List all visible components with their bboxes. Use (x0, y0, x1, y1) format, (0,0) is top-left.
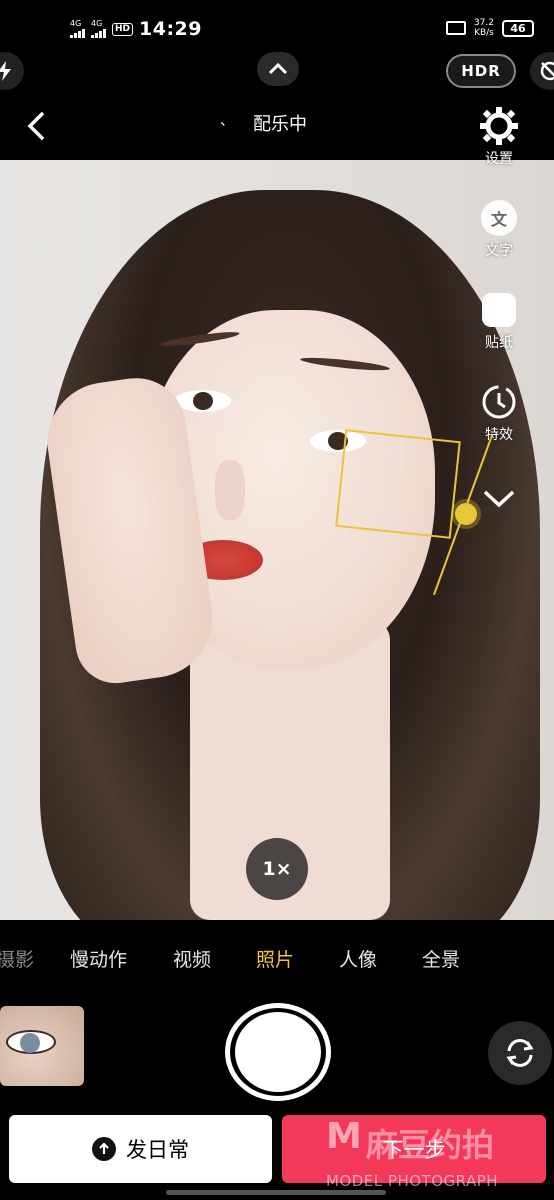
chevron-up-icon (268, 63, 288, 75)
text-icon: 文 (479, 198, 519, 238)
thumbnail-image (6, 1030, 56, 1054)
subject-eye-left (175, 390, 231, 412)
speed-unit: KB/s (474, 28, 494, 38)
status-time: 14:29 (139, 18, 202, 40)
page-title: 、 配乐中 (200, 110, 360, 136)
signal-1-label: 4G (70, 19, 82, 28)
next-step-button[interactable]: 下一步 (282, 1115, 546, 1183)
upload-arrow-icon (92, 1137, 116, 1161)
next-step-label: 下一步 (382, 1138, 446, 1162)
tool-text-label: 文字 (485, 243, 513, 259)
mode-selector: 摄影 慢动作 视频 照片 人像 全景 (0, 945, 554, 979)
tool-sticker-label: 贴纸 (485, 335, 513, 351)
hdr-button[interactable]: HDR (446, 54, 516, 88)
chevron-down-icon (479, 478, 519, 518)
flash-icon (0, 61, 11, 81)
mode-photography[interactable]: 摄影 (0, 945, 34, 972)
dial-icon (540, 61, 554, 81)
expand-up-button[interactable] (257, 52, 299, 86)
gallery-thumbnail[interactable] (0, 1006, 84, 1086)
focus-frame (335, 429, 461, 539)
mode-photo[interactable]: 照片 (256, 945, 294, 972)
speed-value: 37.2 (473, 18, 494, 28)
tool-settings[interactable]: 设置 (474, 106, 524, 168)
network-speed: 37.2 KB/s (474, 18, 494, 38)
tool-more[interactable] (474, 478, 524, 520)
camera-screen: 4G 4G HD 14:29 37.2 KB/s 46 HDR 、 配乐中 设置… (0, 0, 554, 1200)
tool-settings-label: 设置 (485, 151, 513, 167)
text-glyph: 文 (481, 200, 517, 236)
post-daily-button[interactable]: 发日常 (9, 1115, 272, 1183)
signal-1: 4G (70, 20, 85, 38)
vibrate-icon (445, 21, 466, 35)
zoom-button[interactable]: 1× (246, 838, 308, 900)
shutter-button[interactable] (225, 1003, 331, 1101)
subject-nose (215, 460, 245, 520)
tool-sticker[interactable]: 贴纸 (474, 290, 524, 352)
flip-camera-button[interactable] (488, 1021, 552, 1085)
hd-voice-badge: HD (112, 22, 134, 36)
tool-effects-label: 特效 (485, 427, 513, 443)
camera-preview[interactable] (0, 160, 554, 920)
status-left: 4G 4G HD 14:29 (70, 18, 202, 40)
title-text: 配乐中 (253, 114, 307, 135)
mode-video[interactable]: 视频 (173, 945, 211, 972)
tool-effects[interactable]: 特效 (474, 382, 524, 444)
flip-camera-icon (506, 1039, 534, 1067)
signal-2: 4G (91, 20, 106, 38)
battery-icon: 46 (502, 19, 534, 37)
mode-portrait[interactable]: 人像 (339, 945, 377, 972)
status-right: 37.2 KB/s 46 (445, 18, 534, 38)
signal-bars-icon (70, 28, 85, 38)
mode-slow-motion[interactable]: 慢动作 (70, 945, 127, 972)
shutter-inner (235, 1012, 321, 1092)
gear-icon (479, 106, 519, 146)
tool-text[interactable]: 文 文字 (474, 198, 524, 260)
chevron-left-icon (27, 111, 45, 141)
timer-effect-icon (479, 382, 519, 422)
home-indicator[interactable] (166, 1190, 386, 1195)
back-button[interactable] (26, 108, 56, 144)
signal-2-label: 4G (91, 19, 103, 28)
mode-panorama[interactable]: 全景 (422, 945, 460, 972)
post-daily-label: 发日常 (126, 1138, 189, 1162)
status-bar: 4G 4G HD 14:29 37.2 KB/s 46 (0, 0, 554, 58)
signal-bars-icon (91, 28, 106, 38)
title-mark: 、 (220, 113, 234, 129)
sticker-icon (479, 290, 519, 330)
